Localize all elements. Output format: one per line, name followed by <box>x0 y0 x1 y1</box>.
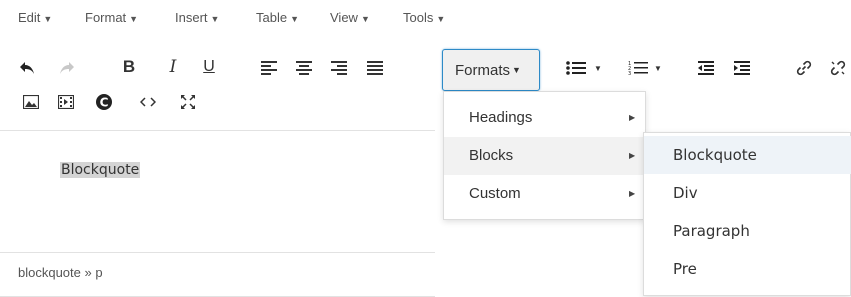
formats-menu: Headings ▶ Blocks ▶ Custom ▶ <box>443 91 646 220</box>
link-icon[interactable] <box>791 55 817 81</box>
editor-content[interactable]: Blockquote <box>60 162 141 178</box>
menu-table[interactable]: Table ▼ <box>256 10 299 25</box>
bullet-list-icon[interactable]: ▼ <box>562 55 606 81</box>
redo-icon[interactable] <box>54 55 80 81</box>
menu-tools[interactable]: Tools ▼ <box>403 10 445 25</box>
chevron-down-icon: ▼ <box>594 63 602 73</box>
menu-item-pre[interactable]: Pre <box>644 250 851 288</box>
chevron-down-icon: ▼ <box>436 14 446 24</box>
menu-item-paragraph[interactable]: Paragraph <box>644 212 851 250</box>
code-icon[interactable] <box>135 89 161 115</box>
toolbar: B I U ▼ 123 ▼ C <box>0 38 851 130</box>
chevron-down-icon: ▼ <box>654 63 662 73</box>
chevron-right-icon: ▶ <box>629 189 636 198</box>
chevron-right-icon: ▶ <box>629 113 636 122</box>
align-center-icon[interactable] <box>291 55 317 81</box>
chevron-down-icon: ▼ <box>360 14 370 24</box>
align-left-icon[interactable] <box>256 55 282 81</box>
numbered-list-icon[interactable]: 123 ▼ <box>623 55 667 81</box>
chevron-down-icon: ▼ <box>512 65 521 75</box>
element-path[interactable]: blockquote » p <box>18 265 103 280</box>
menu-edit[interactable]: Edit ▼ <box>18 10 52 25</box>
chevron-down-icon: ▼ <box>43 14 53 24</box>
undo-icon[interactable] <box>14 55 40 81</box>
blocks-submenu: Blockquote Div Paragraph Pre <box>643 132 851 296</box>
editor-area[interactable] <box>0 130 435 254</box>
chevron-down-icon: ▼ <box>129 14 139 24</box>
svg-text:C: C <box>100 96 109 110</box>
menu-item-div[interactable]: Div <box>644 174 851 212</box>
italic-icon[interactable]: I <box>160 54 186 80</box>
bold-icon[interactable]: B <box>116 54 142 80</box>
menu-view[interactable]: View ▼ <box>330 10 370 25</box>
formats-button[interactable]: Formats ▼ <box>442 49 540 91</box>
chevron-down-icon: ▼ <box>210 14 220 24</box>
align-justify-icon[interactable] <box>362 55 388 81</box>
menu-insert[interactable]: Insert ▼ <box>175 10 219 25</box>
copyright-icon[interactable]: C <box>91 89 117 115</box>
menu-item-blockquote[interactable]: Blockquote <box>644 136 851 174</box>
menu-item-headings[interactable]: Headings ▶ <box>444 99 645 137</box>
chevron-down-icon: ▼ <box>290 14 299 24</box>
menu-format[interactable]: Format ▼ <box>85 10 138 25</box>
menu-item-blocks[interactable]: Blocks ▶ <box>444 137 645 175</box>
underline-icon[interactable]: U <box>196 54 222 80</box>
menu-bar: Edit ▼ Format ▼ Insert ▼ Table ▼ View ▼ Tools… <box>0 0 851 38</box>
image-icon[interactable] <box>18 89 44 115</box>
outdent-icon[interactable] <box>693 55 719 81</box>
media-icon[interactable] <box>53 89 79 115</box>
fullscreen-icon[interactable] <box>175 89 201 115</box>
indent-icon[interactable] <box>729 55 755 81</box>
svg-text:3: 3 <box>628 71 631 76</box>
unlink-icon[interactable] <box>830 55 850 81</box>
menu-item-custom[interactable]: Custom ▶ <box>444 175 645 213</box>
chevron-right-icon: ▶ <box>629 151 636 160</box>
align-right-icon[interactable] <box>326 55 352 81</box>
